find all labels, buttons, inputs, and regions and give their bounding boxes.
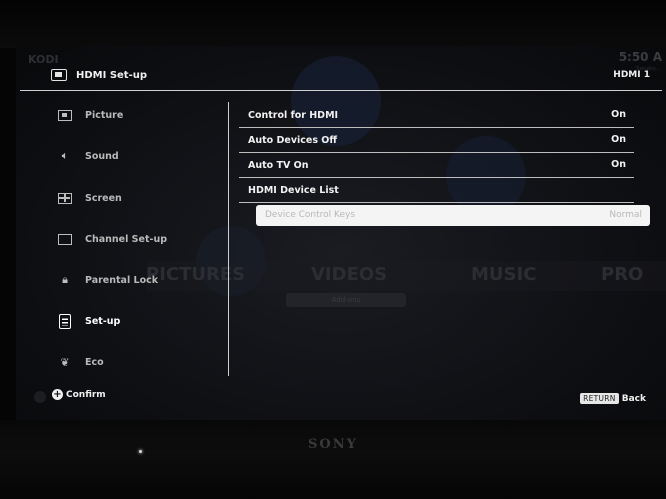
setting-label: HDMI Device List — [248, 185, 339, 196]
tv-screen: KODI 5:50 A Tuesday... PICTURES VIDEOS M… — [16, 46, 666, 424]
sidebar-item-parental-lock[interactable]: 🔒︎ Parental Lock — [56, 269, 158, 291]
row-separator — [239, 202, 634, 203]
sidebar-item-label: Eco — [85, 356, 104, 368]
sidebar-item-label: Parental Lock — [85, 274, 159, 286]
back-hint[interactable]: RETURN Back — [580, 393, 646, 404]
background-clock: 5:50 A — [618, 50, 662, 64]
sidebar-item-eco[interactable]: ❦ Eco — [56, 351, 104, 373]
sidebar-item-label: Screen — [85, 192, 122, 204]
setting-label: Control for HDMI — [248, 110, 339, 121]
setting-row-device-control-keys[interactable]: Device Control Keys Normal — [256, 205, 650, 226]
background-home-menu: PICTURES VIDEOS MUSIC PRO — [146, 261, 666, 291]
background-menu-item: MUSIC — [471, 264, 537, 285]
tv-bezel-bottom — [0, 420, 666, 499]
tv-bezel-top — [0, 0, 666, 48]
row-separator — [239, 152, 634, 153]
sidebar-item-label: Picture — [85, 109, 124, 121]
sidebar-item-screen[interactable]: Screen — [56, 187, 122, 209]
sidebar-item-picture[interactable]: Picture — [56, 104, 123, 126]
setting-label: Auto TV On — [248, 160, 309, 171]
confirm-label: Confirm — [66, 389, 106, 400]
sidebar-item-sound[interactable]: 🔈︎ Sound — [56, 145, 119, 167]
sidebar-item-setup[interactable]: Set-up — [56, 310, 120, 332]
power-led — [139, 450, 142, 453]
row-separator — [239, 127, 634, 128]
setting-value: Normal — [609, 210, 642, 220]
background-submenu: Add-ons — [286, 293, 406, 307]
picture-icon — [56, 108, 74, 122]
hdmi-setup-icon — [51, 69, 67, 81]
setting-row-auto-devices-off[interactable]: Auto Devices Off On — [239, 129, 634, 153]
confirm-hint[interactable]: + Confirm — [52, 389, 106, 400]
kodi-logo: KODI — [28, 53, 59, 66]
setting-value: On — [611, 109, 626, 120]
header-divider — [20, 90, 662, 91]
speaker-icon: 🔈︎ — [61, 149, 69, 162]
back-label: Back — [621, 393, 646, 404]
sidebar-item-label: Channel Set-up — [85, 233, 168, 245]
setting-value: On — [611, 159, 626, 170]
tv-antenna-icon — [56, 232, 74, 246]
setup-list-icon — [56, 313, 74, 329]
row-separator — [239, 177, 634, 178]
return-key-badge: RETURN — [580, 393, 619, 404]
panel-divider — [228, 102, 229, 376]
setting-label: Auto Devices Off — [248, 135, 338, 146]
page-title: HDMI Set-up — [76, 70, 148, 81]
sidebar-item-channel-setup[interactable]: Channel Set-up — [56, 228, 167, 250]
setting-row-hdmi-device-list[interactable]: HDMI Device List — [239, 179, 634, 203]
setting-row-control-for-hdmi[interactable]: Control for HDMI On — [239, 104, 634, 128]
background-menu-item: PRO — [601, 264, 644, 285]
leaf-icon: ❦ — [60, 355, 70, 369]
lock-icon: 🔒︎ — [62, 273, 68, 286]
background-icon — [34, 391, 46, 403]
background-menu-item: VIDEOS — [311, 264, 388, 285]
setting-label: Device Control Keys — [265, 210, 356, 220]
screen-icon — [56, 191, 74, 205]
background-menu-item: PICTURES — [146, 264, 246, 285]
setting-value: On — [611, 134, 626, 145]
sidebar-item-label: Sound — [85, 150, 119, 162]
input-source-label: HDMI 1 — [613, 70, 650, 80]
plus-circle-icon: + — [52, 389, 63, 400]
sidebar-item-label: Set-up — [85, 315, 121, 327]
setting-row-auto-tv-on[interactable]: Auto TV On On — [239, 154, 634, 178]
tv-brand-logo: SONY — [308, 437, 358, 452]
